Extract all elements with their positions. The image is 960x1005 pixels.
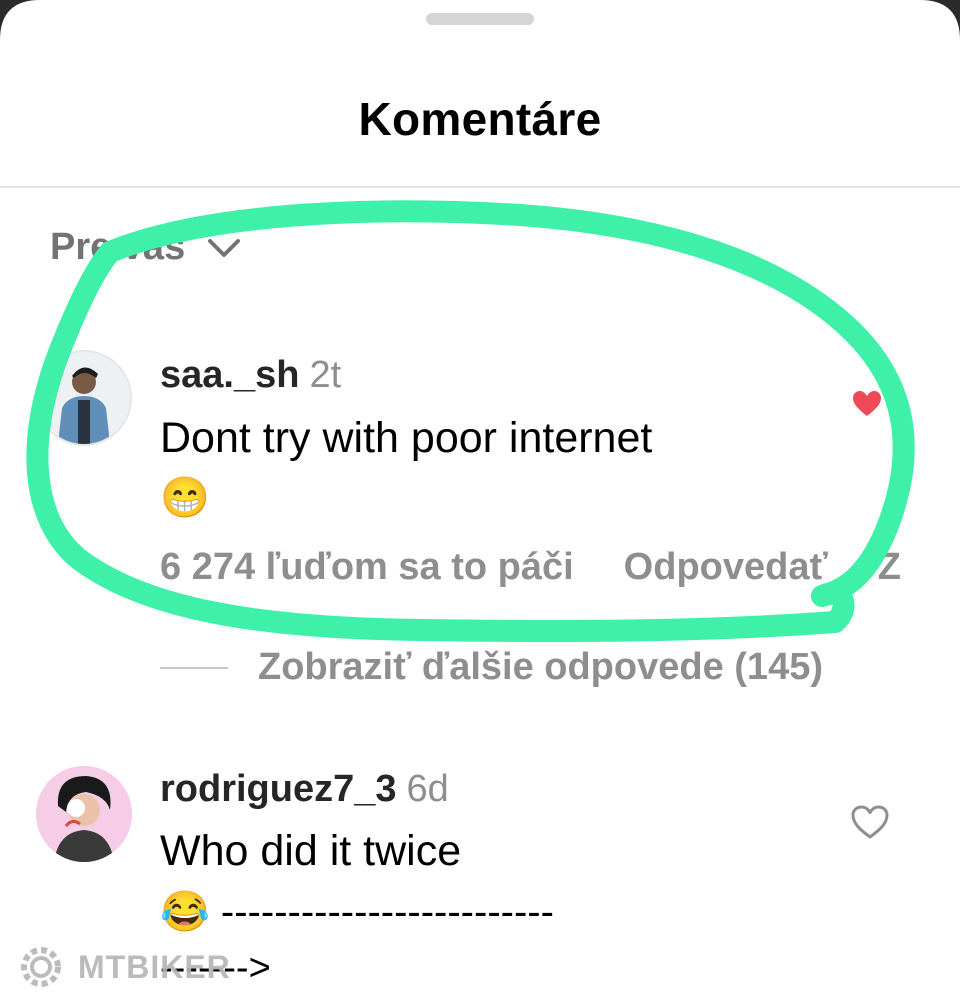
- chevron-down-icon: [208, 238, 241, 257]
- comment-actions: 6 274 ľuďom sa to páči Odpovedať Z: [160, 546, 951, 589]
- drag-handle[interactable]: [426, 13, 534, 25]
- avatar[interactable]: [36, 350, 132, 446]
- avatar-image: [36, 766, 132, 862]
- sort-dropdown[interactable]: Pre vás: [50, 226, 241, 269]
- username[interactable]: rodriguez7_3: [160, 768, 397, 810]
- more-action[interactable]: Z: [878, 546, 901, 589]
- likes-count[interactable]: 6 274 ľuďom sa to páči: [160, 546, 574, 589]
- view-replies-button[interactable]: Zobraziť ďalšie odpovede (145): [160, 646, 823, 689]
- timestamp: 2t: [309, 354, 342, 396]
- avatar-image: [38, 352, 130, 444]
- comment-text: Who did it twice: [160, 827, 462, 875]
- comment-header: saa._sh 2t: [160, 354, 341, 397]
- gear-logo-icon: [21, 947, 61, 987]
- header-divider: [0, 186, 960, 188]
- comment-text: Dont try with poor internet: [160, 414, 653, 462]
- comment-emoji: 😁: [160, 476, 210, 520]
- sort-label: Pre vás: [50, 226, 186, 268]
- heart-filled-icon[interactable]: [852, 390, 882, 418]
- view-replies-label: Zobraziť ďalšie odpovede (145): [258, 646, 823, 688]
- sheet-background: [0, 0, 960, 1005]
- comment-emoji-line: 😂 -------------------------: [160, 890, 554, 934]
- avatar[interactable]: [36, 766, 132, 862]
- comment-header: rodriguez7_3 6d: [160, 768, 449, 811]
- reply-button[interactable]: Odpovedať: [624, 546, 828, 589]
- timestamp: 6d: [406, 768, 449, 810]
- watermark-text: MTBIKER: [78, 948, 231, 985]
- username[interactable]: saa._sh: [160, 354, 299, 396]
- heart-outline-icon[interactable]: [850, 804, 890, 840]
- replies-divider: [160, 666, 228, 669]
- watermark: MTBIKER: [14, 940, 231, 994]
- page-title: Komentáre: [358, 93, 602, 145]
